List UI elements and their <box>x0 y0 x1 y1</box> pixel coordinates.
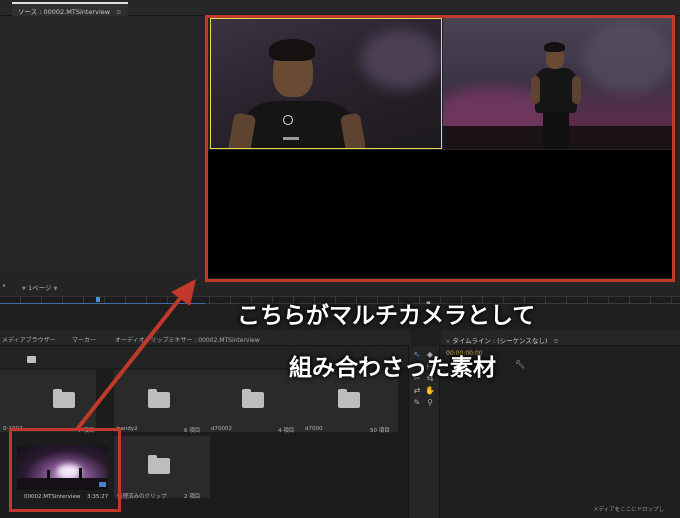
bin-count: 50 項目 <box>370 428 390 434</box>
tab-markers[interactable]: マーカー <box>72 335 96 344</box>
bin-count: 2 項目 <box>184 494 201 500</box>
bin-count: 4 項目 <box>278 428 295 434</box>
bin-name: d70002 <box>211 426 232 432</box>
folder-icon <box>53 389 75 408</box>
folder-icon[interactable] <box>27 356 36 363</box>
close-icon[interactable]: ≡ <box>553 337 558 345</box>
annotation-caption-line1: こちらがマルチカメラとして <box>237 303 536 329</box>
project-tab-bar: メディアブラウザー マーカー オーディオクリップミキサー : 00002.MTS… <box>0 330 410 346</box>
pen-tool-icon[interactable]: ✎ <box>411 398 423 407</box>
folder-icon <box>148 389 170 408</box>
bin-item[interactable]: handy2 6 項目 <box>114 370 210 434</box>
hand-tool-icon[interactable]: ✋ <box>424 386 436 395</box>
bin-name: 処理済みのクリップ <box>117 494 167 500</box>
tab-timeline[interactable]: × タイムライン : (シーケンスなし) ≡ <box>446 335 559 345</box>
timeline-tab-label: タイムライン : (シーケンスなし) <box>452 337 548 345</box>
wrench-icon[interactable]: 🔧︎ <box>515 360 525 369</box>
playhead-marker[interactable] <box>96 297 100 302</box>
left-empty-area <box>0 16 206 278</box>
chevron-down-icon: ▼ <box>53 286 58 292</box>
multicam-highlight-box <box>205 15 675 282</box>
page-left-indicator[interactable]: ◂ <box>2 282 5 289</box>
clip-highlight-box <box>9 428 121 512</box>
folder-icon <box>148 455 170 474</box>
tab-audio-clip-mixer[interactable]: オーディオクリップミキサー : 00002.MTSinterview <box>115 335 260 344</box>
slide-tool-icon[interactable]: ⇄ <box>411 386 423 395</box>
bin-item[interactable]: 0-1002 7 項目 <box>0 370 96 434</box>
tab-source-label: ソース : 00002.MTSinterview <box>18 8 111 16</box>
annotation-caption-line2: 組み合わさった素材 <box>289 355 496 381</box>
chevron-down-icon: ▼ <box>22 286 26 292</box>
close-icon[interactable]: ≡ <box>116 8 121 16</box>
bin-name: d7000 <box>305 426 323 432</box>
folder-icon <box>242 389 264 408</box>
zoom-tool-icon[interactable]: ⚲ <box>424 398 436 407</box>
tab-media-browser[interactable]: メディアブラウザー <box>2 335 56 344</box>
tab-source-monitor[interactable]: ソース : 00002.MTSinterview ≡ <box>12 2 128 16</box>
bin-item[interactable]: 処理済みのクリップ 2 項目 <box>114 436 210 500</box>
page-selector-label: 1ページ <box>27 284 52 292</box>
folder-icon <box>338 389 360 408</box>
chevron-down-icon: × <box>446 339 451 345</box>
bin-count: 6 項目 <box>184 428 201 434</box>
page-selector[interactable]: ▼ 1ページ ▼ <box>22 282 57 292</box>
timeline-drop-hint: メディアをここにドロップし <box>593 507 665 513</box>
